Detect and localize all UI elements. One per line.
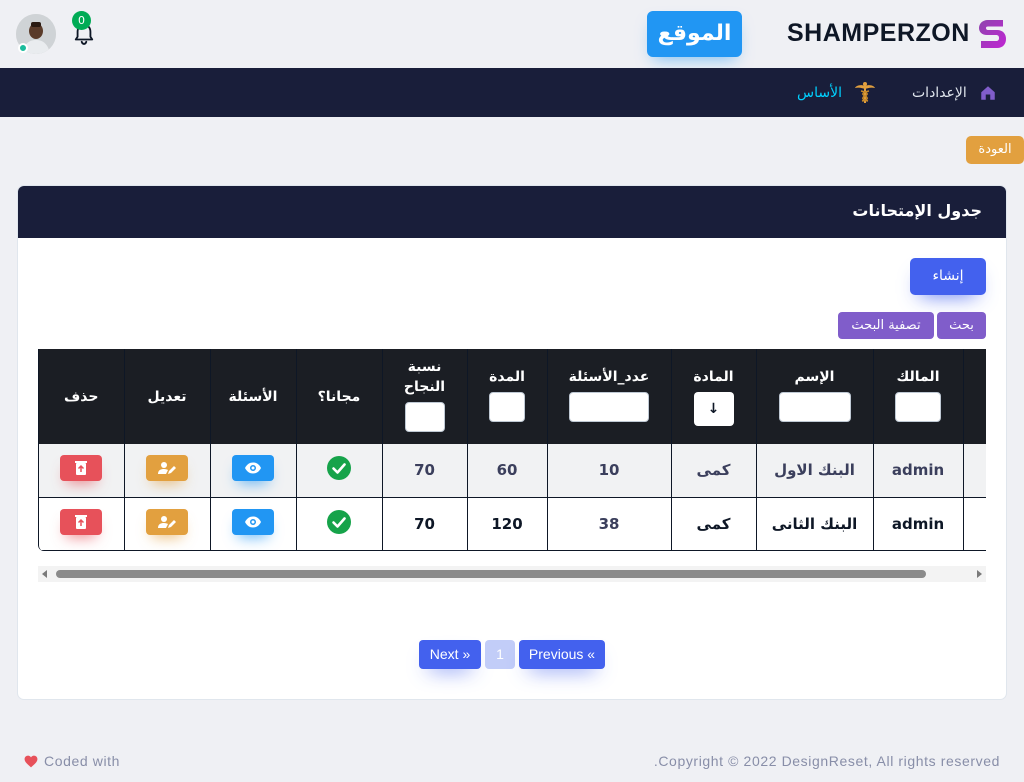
delete-button[interactable] xyxy=(60,455,103,482)
column-header-partial xyxy=(963,349,986,444)
scroll-right-arrow-icon[interactable] xyxy=(977,570,982,578)
duration-cell: 60 xyxy=(467,444,548,498)
scroll-left-arrow-icon[interactable] xyxy=(42,570,47,578)
nav-item-settings[interactable]: الإعدادات xyxy=(912,68,997,117)
questions-count-cell: 10 xyxy=(547,444,672,498)
pagination-page-1[interactable]: 1 xyxy=(485,640,515,669)
trash-icon xyxy=(75,514,88,529)
column-header-name: الإسم xyxy=(756,349,874,444)
column-header-edit: تعديل xyxy=(124,349,211,444)
edit-cell xyxy=(124,444,211,498)
exams-table: حذف تعديل الأسئلة مجانا؟ نسبة النجاح الم… xyxy=(39,349,986,551)
name-filter-input[interactable] xyxy=(778,392,851,422)
table-row: 70 60 10 كمى البنك الاول admin xyxy=(39,444,986,498)
column-header-free: مجانا؟ xyxy=(296,349,383,444)
free-cell xyxy=(296,497,383,551)
subject-cell: كمى xyxy=(671,444,757,498)
online-status-dot xyxy=(18,43,28,53)
questions-count-cell: 38 xyxy=(547,497,672,551)
back-button[interactable]: العودة xyxy=(966,136,1024,164)
questions-count-filter-input[interactable] xyxy=(569,392,649,422)
free-cell xyxy=(296,444,383,498)
pagination-previous-button[interactable]: Previous « xyxy=(519,640,605,669)
subject-filter-select[interactable]: ↓ xyxy=(693,392,734,426)
delete-button[interactable] xyxy=(60,508,103,535)
owner-cell: admin xyxy=(873,444,964,498)
horizontal-scrollbar[interactable] xyxy=(38,566,986,582)
column-header-delete: حذف xyxy=(39,349,125,444)
edit-button[interactable] xyxy=(146,455,188,482)
heart-icon xyxy=(24,755,38,767)
site-button[interactable]: الموقع xyxy=(647,11,742,57)
caduceus-icon xyxy=(854,81,875,103)
owner-filter-input[interactable] xyxy=(895,392,941,422)
pass-rate-cell: 70 xyxy=(382,444,468,498)
pagination-next-button[interactable]: Next » xyxy=(419,640,481,669)
questions-cell xyxy=(210,497,297,551)
subject-cell: كمى xyxy=(671,497,757,551)
edit-button[interactable] xyxy=(146,508,188,535)
brand-name[interactable]: SHAMPERZON xyxy=(787,19,970,48)
owner-cell: admin xyxy=(873,497,964,551)
create-button[interactable]: إنشاء xyxy=(910,258,986,295)
top-header: 0 الموقع SHAMPERZON xyxy=(0,0,1024,68)
column-header-questions: الأسئلة xyxy=(210,349,297,444)
chevron-down-icon: ↓ xyxy=(707,401,720,417)
partial-cell xyxy=(963,497,986,551)
home-icon xyxy=(981,85,995,100)
delete-cell xyxy=(39,444,125,498)
search-button[interactable]: بحث xyxy=(937,312,986,339)
nav-item-label: الإعدادات xyxy=(912,84,967,101)
coded-with-text: Coded with xyxy=(44,753,121,769)
filter-button[interactable]: تصفية البحث xyxy=(838,312,934,339)
view-questions-button[interactable] xyxy=(232,455,274,482)
pass-rate-cell: 70 xyxy=(382,497,468,551)
view-questions-button[interactable] xyxy=(232,508,274,535)
check-circle-icon xyxy=(327,456,351,481)
eye-icon xyxy=(245,516,261,527)
column-header-subject: المادة ↓ xyxy=(671,349,757,444)
table-row: 70 120 38 كمى البنك الثانى admin xyxy=(39,497,986,551)
duration-cell: 120 xyxy=(467,497,548,551)
user-edit-icon xyxy=(158,515,176,528)
eye-icon xyxy=(245,462,261,474)
card-title: جدول الإمتحانات xyxy=(852,201,982,220)
edit-cell xyxy=(124,497,211,551)
user-edit-icon xyxy=(158,462,176,475)
footer-coded-with: Coded with xyxy=(24,753,120,769)
check-circle-icon xyxy=(327,509,351,534)
partial-cell xyxy=(963,444,986,498)
main-navbar: الإعدادات الأساس xyxy=(0,68,1024,117)
delete-cell xyxy=(39,497,125,551)
name-cell: البنك الاول xyxy=(756,444,874,498)
nav-item-base[interactable]: الأساس xyxy=(797,68,876,117)
nav-item-label: الأساس xyxy=(797,84,842,101)
trash-icon xyxy=(75,461,88,476)
footer-copyright: Copyright © 2022 DesignReset, All rights… xyxy=(653,753,1000,769)
notification-count-badge: 0 xyxy=(72,11,91,30)
brand-logo-icon[interactable] xyxy=(976,16,1008,52)
exams-card: جدول الإمتحانات إنشاء بحث تصفية البحث حذ… xyxy=(18,186,1006,699)
column-header-questions-count: عدد_الأسئلة xyxy=(547,349,672,444)
card-header: جدول الإمتحانات xyxy=(18,186,1006,238)
column-header-pass-rate: نسبة النجاح xyxy=(382,349,468,444)
column-header-duration: المدة xyxy=(467,349,548,444)
pass-rate-filter-input[interactable] xyxy=(404,402,445,432)
duration-filter-input[interactable] xyxy=(489,392,525,422)
name-cell: البنك الثانى xyxy=(756,497,874,551)
scrollbar-thumb[interactable] xyxy=(56,570,926,578)
table-header-row: حذف تعديل الأسئلة مجانا؟ نسبة النجاح الم… xyxy=(39,349,986,444)
questions-cell xyxy=(210,444,297,498)
column-header-owner: المالك xyxy=(873,349,964,444)
exams-table-scroll: حذف تعديل الأسئلة مجانا؟ نسبة النجاح الم… xyxy=(38,349,986,551)
